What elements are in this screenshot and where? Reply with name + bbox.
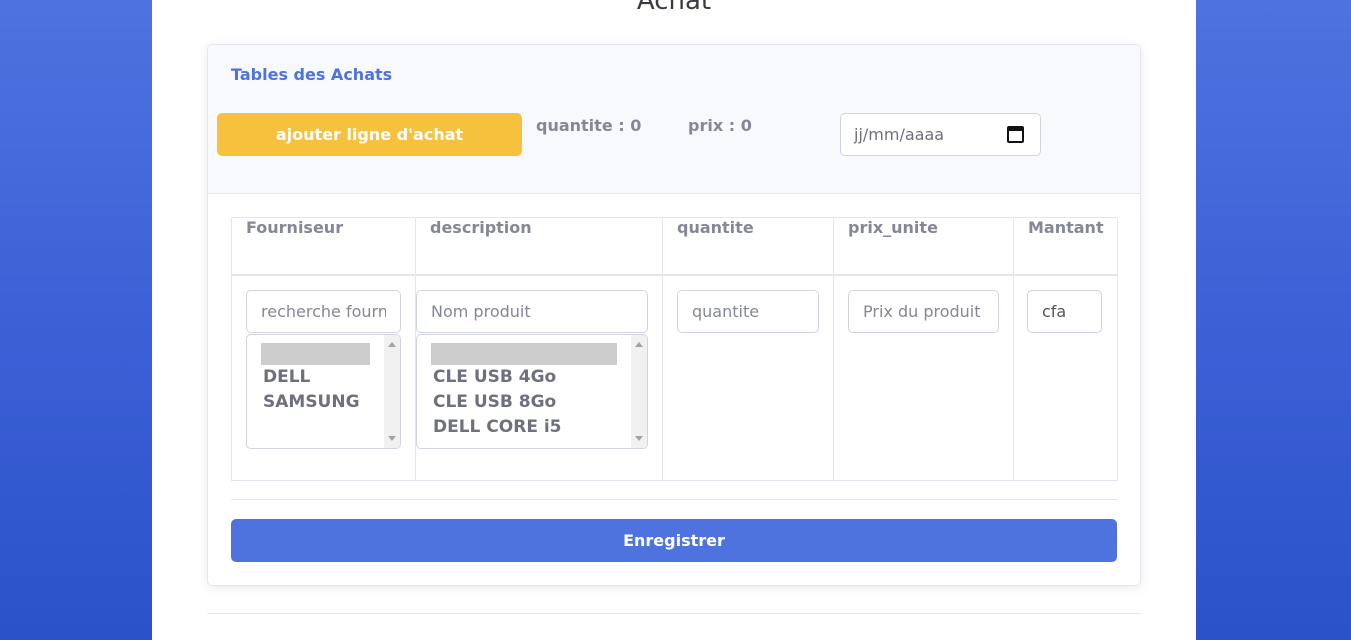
date-placeholder: jj/mm/aaaa	[854, 125, 945, 144]
amount-input[interactable]	[1027, 289, 1102, 333]
scrollbar[interactable]	[631, 334, 647, 448]
list-item-empty[interactable]	[431, 342, 617, 365]
card-header: Tables des Achats ajouter ligne d'achat …	[208, 45, 1140, 194]
divider	[207, 613, 1141, 614]
scroll-up-icon[interactable]	[635, 341, 643, 347]
scroll-up-icon[interactable]	[388, 341, 396, 347]
list-item-empty[interactable]	[261, 342, 370, 365]
date-input[interactable]: jj/mm/aaaa	[840, 113, 1041, 156]
page-container: Achat Tables des Achats ajouter ligne d'…	[152, 0, 1196, 640]
save-button[interactable]: Enregistrer	[231, 519, 1117, 562]
purchase-card: Tables des Achats ajouter ligne d'achat …	[207, 44, 1141, 586]
add-purchase-line-button[interactable]: ajouter ligne d'achat	[217, 113, 522, 156]
header-quantity: quantite	[662, 217, 834, 276]
scrollbar[interactable]	[384, 334, 400, 448]
supplier-search-input[interactable]	[246, 289, 401, 333]
product-listbox[interactable]: CLE USB 4Go CLE USB 8Go DELL CORE i5	[416, 333, 648, 449]
list-item[interactable]: DELL	[247, 365, 400, 390]
table-row: DELL SAMSUNG CLE USB 4Go	[231, 274, 1118, 481]
header-supplier: Fourniseur	[231, 217, 416, 276]
calendar-icon[interactable]	[1007, 126, 1024, 143]
supplier-listbox[interactable]: DELL SAMSUNG	[246, 333, 401, 449]
divider	[231, 499, 1117, 500]
scroll-down-icon[interactable]	[388, 435, 396, 441]
page-title: Achat	[636, 0, 712, 16]
quantity-input[interactable]	[677, 289, 819, 333]
scroll-down-icon[interactable]	[635, 435, 643, 441]
header-description: description	[415, 217, 663, 276]
price-summary: prix : 0	[688, 116, 752, 135]
table-header-row: Fourniseur description quantite prix_uni…	[231, 217, 1118, 276]
amount-cell	[1013, 274, 1118, 481]
quantity-summary: quantite : 0	[536, 116, 642, 135]
supplier-cell: DELL SAMSUNG	[231, 274, 416, 481]
list-item[interactable]: DELL CORE i5	[417, 415, 647, 440]
quantity-cell	[662, 274, 834, 481]
purchase-table: Fourniseur description quantite prix_uni…	[231, 217, 1118, 481]
product-search-input[interactable]	[416, 289, 648, 333]
header-amount: Mantant	[1013, 217, 1118, 276]
card-title: Tables des Achats	[231, 65, 393, 84]
description-cell: CLE USB 4Go CLE USB 8Go DELL CORE i5	[415, 274, 663, 481]
header-unit-price: prix_unite	[833, 217, 1014, 276]
unit-price-cell	[833, 274, 1014, 481]
list-item[interactable]: SAMSUNG	[247, 390, 400, 415]
unit-price-input[interactable]	[848, 289, 999, 333]
list-item[interactable]: CLE USB 4Go	[417, 365, 647, 390]
list-item[interactable]: CLE USB 8Go	[417, 390, 647, 415]
